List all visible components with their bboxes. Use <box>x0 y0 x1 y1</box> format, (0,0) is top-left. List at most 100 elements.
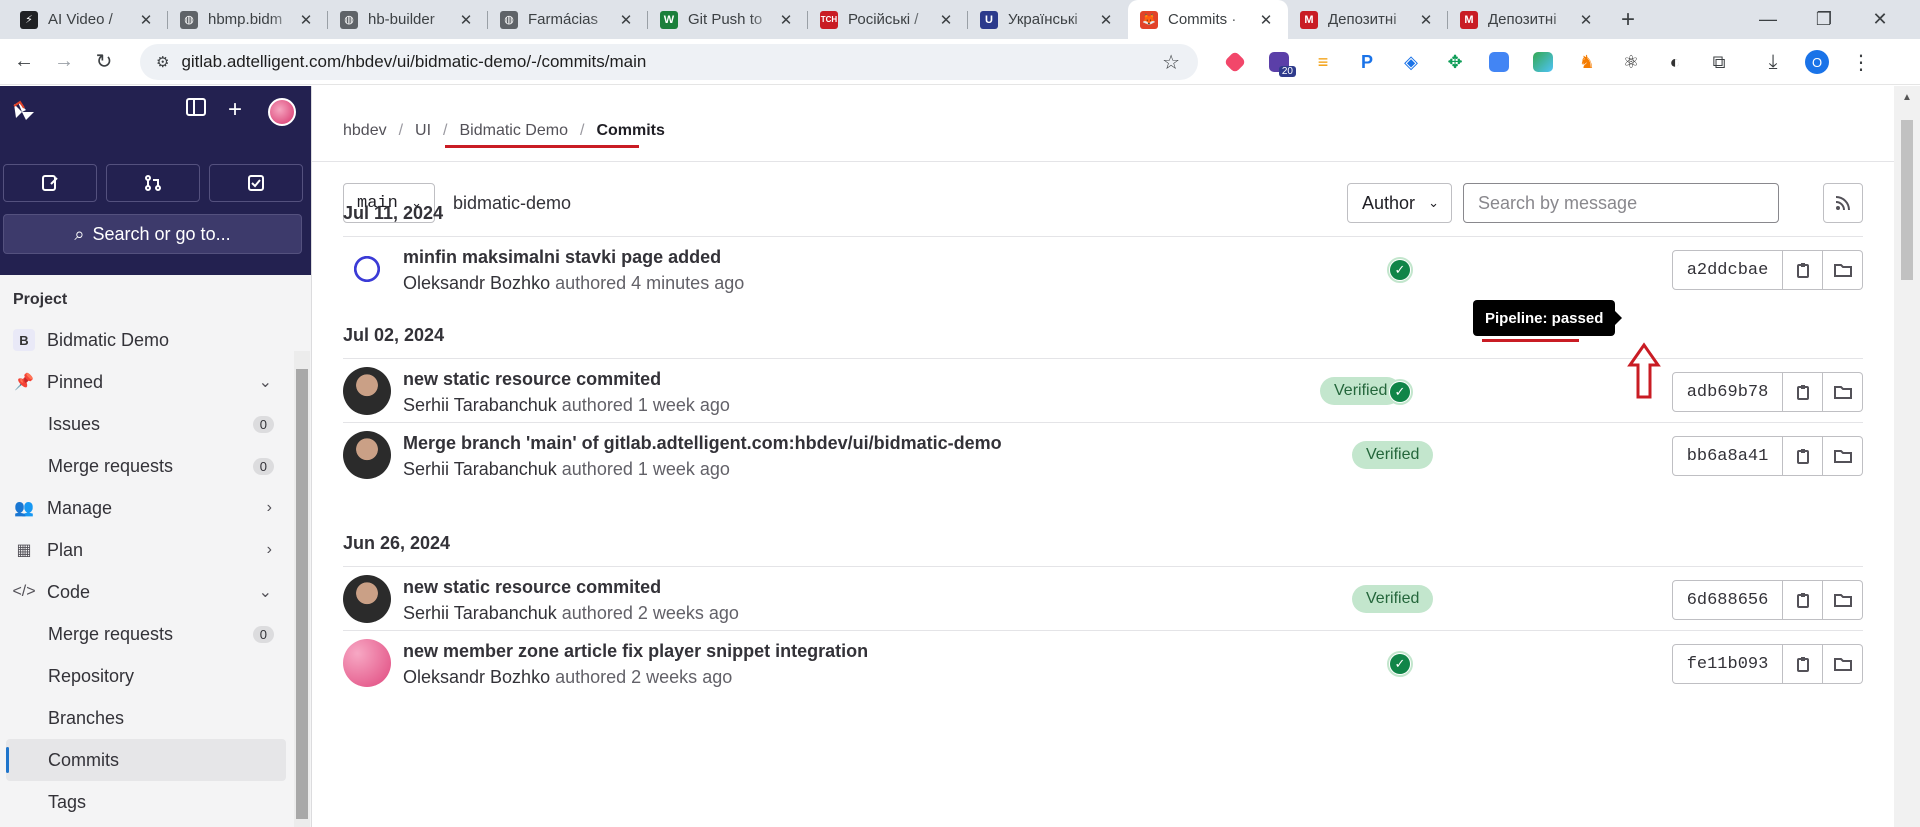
sidebar-item-merge-requests-pinned[interactable]: Merge requests 0 <box>0 445 292 487</box>
extension-yinyang-icon[interactable]: ◐ <box>1658 45 1692 79</box>
author-avatar[interactable] <box>343 245 391 293</box>
commit-title-link[interactable]: new static resource commited <box>403 369 661 390</box>
commit-sha-button[interactable]: fe11b093 <box>1672 644 1783 684</box>
reload-icon[interactable]: ↻ <box>86 44 122 80</box>
browser-tab[interactable]: U Українські ✕ <box>968 0 1128 39</box>
browser-tab[interactable]: W Git Push to ✕ <box>648 0 808 39</box>
copy-sha-icon[interactable] <box>1783 436 1823 476</box>
tab-close-icon[interactable]: ✕ <box>136 11 156 29</box>
sidebar-item-repository[interactable]: Repository <box>0 655 292 697</box>
copy-sha-icon[interactable] <box>1783 250 1823 290</box>
sidebar-item-tags[interactable]: Tags <box>0 781 292 823</box>
commit-sha-button[interactable]: 6d688656 <box>1672 580 1783 620</box>
tab-close-icon[interactable]: ✕ <box>936 11 956 29</box>
author-dropdown[interactable]: Author ⌄ <box>1347 183 1452 223</box>
bookmark-star-icon[interactable]: ☆ <box>1162 50 1180 75</box>
commit-sha-button[interactable]: a2ddcbae <box>1672 250 1783 290</box>
scroll-up-icon[interactable]: ▲ <box>1902 92 1912 103</box>
browse-files-icon[interactable] <box>1823 250 1863 290</box>
browser-menu-icon[interactable]: ⋮ <box>1844 45 1878 79</box>
breadcrumb-project[interactable]: Bidmatic Demo <box>460 122 568 140</box>
commit-author-link[interactable]: Oleksandr Bozhko <box>403 667 550 687</box>
extensions-puzzle-icon[interactable]: ⧉ <box>1702 45 1736 79</box>
browser-tab[interactable]: ◍ hb-builder ✕ <box>328 0 488 39</box>
pipeline-status-icon[interactable]: ✓ <box>1387 379 1413 405</box>
back-icon[interactable]: ← <box>6 44 42 80</box>
issues-shortcut-icon[interactable] <box>3 164 97 202</box>
browser-tab[interactable]: TCH Російські / ✕ <box>808 0 968 39</box>
merge-requests-shortcut-icon[interactable] <box>106 164 200 202</box>
profile-avatar[interactable]: O <box>1800 45 1834 79</box>
commit-author-link[interactable]: Serhii Tarabanchuk <box>403 459 557 479</box>
gitlab-logo-icon[interactable] <box>12 100 34 122</box>
breadcrumb-hbdev[interactable]: hbdev <box>343 122 387 140</box>
tab-close-icon[interactable]: ✕ <box>456 11 476 29</box>
author-avatar[interactable] <box>343 639 391 687</box>
sidebar-item-plan[interactable]: ▦ Plan › <box>0 529 292 571</box>
extension-cross-icon[interactable]: ✥ <box>1438 45 1472 79</box>
author-avatar[interactable] <box>343 367 391 415</box>
extension-lines-icon[interactable]: ≡ <box>1306 45 1340 79</box>
extension-diamond-icon[interactable]: ◈ <box>1394 45 1428 79</box>
tab-close-icon[interactable]: ✕ <box>616 11 636 29</box>
commit-author-link[interactable]: Oleksandr Bozhko <box>403 273 550 293</box>
address-bar[interactable]: ⚙ gitlab.adtelligent.com/hbdev/ui/bidmat… <box>140 44 1198 80</box>
extension-image-icon[interactable] <box>1526 45 1560 79</box>
verified-badge[interactable]: Verified <box>1352 441 1434 469</box>
browser-tab[interactable]: M Депозитні ✕ <box>1288 0 1448 39</box>
tab-close-icon[interactable]: ✕ <box>1416 11 1436 29</box>
pipeline-status-icon[interactable]: ✓ <box>1387 257 1413 283</box>
site-settings-icon[interactable]: ⚙ <box>156 53 169 71</box>
sidebar-item-project[interactable]: B Bidmatic Demo <box>0 319 292 361</box>
tab-close-icon[interactable]: ✕ <box>1576 11 1596 29</box>
extension-fox-icon[interactable]: ♞ <box>1570 45 1604 79</box>
tab-close-icon[interactable]: ✕ <box>1096 11 1116 29</box>
rss-feed-button[interactable] <box>1823 183 1863 223</box>
sidebar-item-branches[interactable]: Branches <box>0 697 292 739</box>
browser-tab[interactable]: ◍ Farmácias ✕ <box>488 0 648 39</box>
commit-title-link[interactable]: new static resource commited <box>403 577 661 598</box>
tab-close-icon[interactable]: ✕ <box>776 11 796 29</box>
commit-title-link[interactable]: new member zone article fix player snipp… <box>403 641 868 662</box>
search-by-message-input[interactable] <box>1463 183 1779 223</box>
download-icon[interactable]: ⤓ <box>1756 45 1790 79</box>
tab-close-icon[interactable]: ✕ <box>1256 11 1276 29</box>
tab-close-icon[interactable]: ✕ <box>296 11 316 29</box>
browse-files-icon[interactable] <box>1823 436 1863 476</box>
new-tab-button[interactable]: + <box>1608 0 1648 39</box>
restore-icon[interactable]: ❐ <box>1796 0 1852 39</box>
breadcrumb-ui[interactable]: UI <box>415 122 431 140</box>
commit-author-link[interactable]: Serhii Tarabanchuk <box>403 603 557 623</box>
sidebar-item-merge-requests[interactable]: Merge requests 0 <box>0 613 292 655</box>
browser-tab[interactable]: ◍ hbmp.bidm ✕ <box>168 0 328 39</box>
commit-sha-button[interactable]: adb69b78 <box>1672 372 1783 412</box>
copy-sha-icon[interactable] <box>1783 580 1823 620</box>
author-avatar[interactable] <box>343 431 391 479</box>
sidebar-item-issues[interactable]: Issues 0 <box>0 403 292 445</box>
sidebar-scrollbar[interactable] <box>294 351 310 827</box>
commit-title-link[interactable]: Merge branch 'main' of gitlab.adtelligen… <box>403 433 1002 454</box>
author-avatar[interactable] <box>343 575 391 623</box>
sidebar-item-code[interactable]: </> Code ⌄ <box>0 571 292 613</box>
commit-author-link[interactable]: Serhii Tarabanchuk <box>403 395 557 415</box>
sidebar-item-pinned[interactable]: 📌 Pinned ⌄ <box>0 361 292 403</box>
minimize-icon[interactable]: — <box>1740 0 1796 39</box>
browser-tab[interactable]: 🦊 Commits · ✕ <box>1128 0 1288 39</box>
commit-sha-button[interactable]: bb6a8a41 <box>1672 436 1783 476</box>
extension-translate-icon[interactable] <box>1482 45 1516 79</box>
browser-tab[interactable]: M Депозитні ✕ <box>1448 0 1608 39</box>
todo-shortcut-icon[interactable] <box>209 164 303 202</box>
copy-sha-icon[interactable] <box>1783 644 1823 684</box>
search-or-go-to-button[interactable]: ⌕ Search or go to... <box>3 214 302 254</box>
extension-education-icon[interactable]: 20 <box>1262 45 1296 79</box>
page-scrollbar[interactable]: ▲ <box>1894 86 1920 827</box>
extension-eraser-icon[interactable] <box>1218 45 1252 79</box>
forward-icon[interactable]: → <box>46 44 82 80</box>
sidebar-item-manage[interactable]: 👥 Manage › <box>0 487 292 529</box>
create-new-icon[interactable]: + <box>228 96 242 124</box>
extension-p-icon[interactable]: P <box>1350 45 1384 79</box>
user-avatar[interactable] <box>268 98 296 126</box>
copy-sha-icon[interactable] <box>1783 372 1823 412</box>
commit-title-link[interactable]: minfin maksimalni stavki page added <box>403 247 721 268</box>
close-window-icon[interactable]: ✕ <box>1852 0 1908 39</box>
